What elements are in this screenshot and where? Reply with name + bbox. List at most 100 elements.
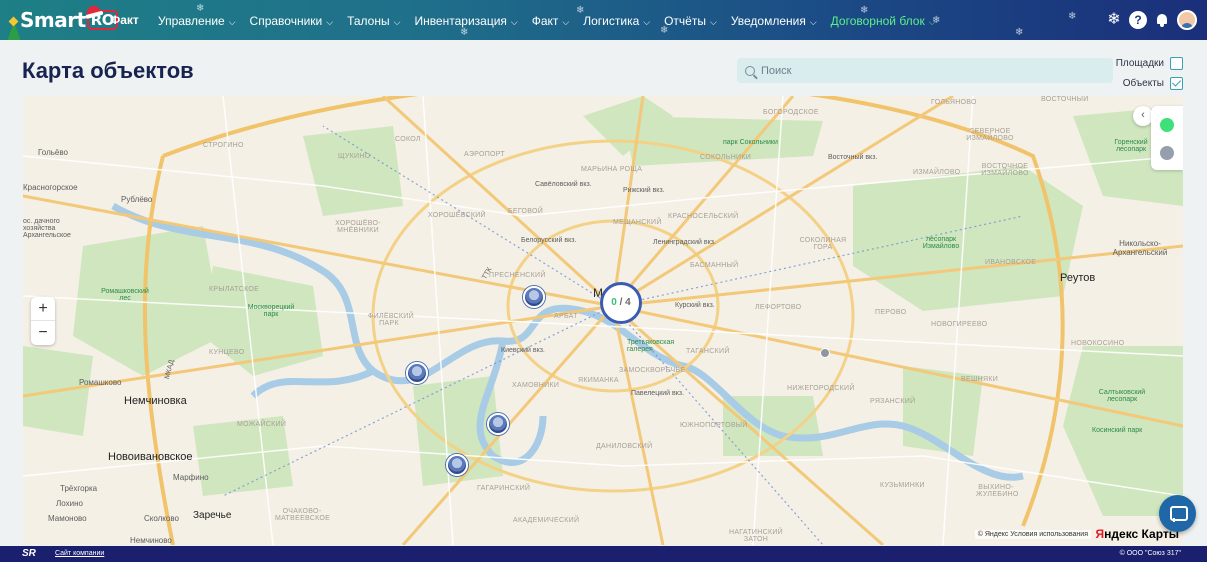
map-label: ВОСТОЧНОЕ ИЗМАЙЛОВО — [981, 163, 1029, 177]
map-label: Москворецкий парк — [247, 304, 295, 318]
map-label: ОЧАКОВО-МАТВЕЕВСКОЕ — [275, 508, 331, 522]
main-menu: Управление ⌵ Справочники ⌵ Талоны ⌵ Инвента… — [158, 14, 950, 28]
filter-sites[interactable]: Площадки — [1116, 54, 1183, 72]
bell-icon[interactable] — [1153, 11, 1171, 29]
map-label: ДАНИЛОВСКИЙ — [596, 443, 653, 450]
chevron-down-icon: ⌵ — [928, 16, 936, 27]
filter-sites-checkbox[interactable] — [1170, 56, 1183, 70]
chevron-down-icon: ⌵ — [709, 16, 717, 27]
map-label: НОВОГИРЕЕВО — [931, 321, 988, 328]
map-label: РЯЗАНСКИЙ — [870, 398, 916, 405]
chevron-down-icon: ⌵ — [510, 16, 518, 27]
filter-objects-label: Объекты — [1122, 77, 1164, 89]
footer-logo: SR — [22, 548, 36, 559]
nav-item-inventarizatsiya[interactable]: Инвентаризация ⌵ — [414, 14, 517, 28]
yandex-maps-logo[interactable]: Яндекс Карты — [1096, 527, 1179, 541]
map-label: Никольско-Архангельский — [1112, 239, 1168, 257]
layer-filters: Площадки Объекты — [1116, 54, 1183, 94]
map-label: ПЕРОВО — [875, 309, 907, 316]
object-marker[interactable] — [487, 413, 509, 435]
map-label: Курский вкз. — [675, 302, 715, 309]
chevron-down-icon: ⌵ — [643, 16, 651, 27]
map-label: НОВОКОСИНО — [1071, 340, 1125, 347]
top-icons: ❄ ? — [1099, 10, 1197, 30]
map-label: КРЫЛАТСКОЕ — [209, 286, 260, 293]
map-label: КУЗЬМИНКИ — [880, 482, 925, 489]
map-label: СЕВЕРНОЕ ИЗМАЙЛОВО — [966, 128, 1014, 142]
cluster-marker[interactable]: 0 / 4 — [600, 282, 642, 324]
map-label: Сколково — [144, 514, 179, 523]
map-label: ХОРОШЁВО-МНЁВНИКИ — [335, 220, 381, 234]
map-label: КРАСНОСЕЛЬСКИЙ — [668, 213, 739, 220]
brand-suffix: Факт — [110, 13, 139, 27]
map-label: Красногорское — [23, 183, 78, 192]
chevron-down-icon: ⌵ — [393, 16, 401, 27]
nav-item-talony[interactable]: Талоны ⌵ — [347, 14, 400, 28]
map-label: КУНЦЕВО — [209, 349, 245, 356]
chat-icon[interactable] — [1159, 495, 1196, 532]
legend-active-dot[interactable] — [1160, 118, 1174, 132]
map-label: Реутов — [1060, 272, 1096, 284]
snowflake-icon: ❄ — [196, 3, 205, 14]
filter-objects[interactable]: Объекты — [1116, 74, 1183, 92]
legend-collapse-button[interactable]: ‹ — [1133, 106, 1153, 126]
chevron-down-icon: ⌵ — [326, 16, 334, 27]
map-label: Ромашково — [79, 378, 122, 387]
zoom-out-button[interactable]: − — [31, 321, 55, 345]
map-label: Гольёво — [38, 148, 68, 157]
map-label: ВОСТОЧНЫЙ — [1041, 96, 1089, 103]
map-label: Ленинградский вкз. — [653, 239, 716, 246]
map-label: СТРОГИНО — [203, 142, 244, 149]
legend-inactive-dot[interactable] — [1160, 146, 1174, 160]
map-label: НИЖЕГОРОДСКИЙ — [787, 385, 855, 392]
nav-item-uvedomleniya[interactable]: Уведомления ⌵ — [731, 14, 817, 28]
nav-item-upravlenie[interactable]: Управление ⌵ — [158, 14, 236, 28]
santa-hat-icon — [85, 4, 101, 16]
map-label: НАГАТИНСКИЙ ЗАТОН — [728, 529, 784, 543]
map-label: Салтыковский лесопарк — [1098, 389, 1146, 403]
map-label: Белорусский вкз. — [521, 237, 577, 244]
search-box — [737, 58, 1113, 83]
search-icon — [745, 65, 755, 76]
chevron-down-icon: ⌵ — [562, 16, 570, 27]
map-label: лесопарк Измайлово — [922, 236, 960, 250]
filter-objects-checkbox[interactable] — [1170, 76, 1183, 90]
app-logo[interactable]: Smart RO — [20, 8, 118, 32]
company-site-link[interactable]: Сайт компании — [55, 550, 104, 557]
avatar[interactable] — [1177, 10, 1197, 30]
map-label: ВЕШНЯКИ — [961, 376, 999, 383]
map-canvas[interactable]: ГОЛЬЯНОВО ВОСТОЧНЫЙ БОГОРОДСКОЕ СОКОЛ АЭ… — [23, 96, 1183, 545]
filter-sites-label: Площадки — [1115, 57, 1164, 69]
map-label: МАРЬИНА РОЩА — [581, 166, 643, 173]
chevron-down-icon: ⌵ — [228, 16, 236, 27]
nav-item-fakt[interactable]: Факт ⌵ — [532, 14, 570, 28]
map-label: СОКОЛИНАЯ ГОРА — [799, 237, 847, 251]
map-label: Киевский вкз. — [501, 347, 545, 354]
map-label: ХАМОВНИКИ — [512, 382, 560, 389]
snowflake-toggle-icon[interactable]: ❄ — [1105, 11, 1123, 29]
snowflake-icon: ❄ — [1015, 27, 1024, 38]
map-label: ЛЕФОРТОВО — [755, 304, 802, 311]
map-label: СОКОЛЬНИКИ — [700, 154, 752, 161]
nav-item-logistika[interactable]: Логистика ⌵ — [583, 14, 650, 28]
map-label: ФИЛЁВСКИЙ ПАРК — [368, 313, 414, 327]
nav-item-spravochniki[interactable]: Справочники ⌵ — [250, 14, 334, 28]
map-attribution[interactable]: © Яндекс Условия использования — [974, 530, 1091, 539]
search-input[interactable] — [761, 64, 1061, 77]
nav-item-dogovornoy-blok[interactable]: Договорной блок ⌵ — [831, 14, 936, 28]
nav-item-otchety[interactable]: Отчёты ⌵ — [664, 14, 717, 28]
map-label: ПРЕСНЕНСКИЙ — [489, 272, 546, 279]
map-label: ВЫХИНО-ЖУЛЕБИНО — [976, 484, 1019, 498]
zoom-control: + − — [31, 297, 55, 345]
map-label: Лохино — [56, 499, 83, 508]
site-marker[interactable] — [820, 348, 830, 358]
map-label: МЕЩАНСКИЙ — [613, 219, 662, 226]
object-marker[interactable] — [523, 286, 545, 308]
object-marker[interactable] — [406, 362, 428, 384]
map-label: АЭРОПОРТ — [464, 151, 506, 158]
zoom-in-button[interactable]: + — [31, 297, 55, 321]
map-label: АРБАТ — [554, 313, 578, 320]
object-marker[interactable] — [446, 454, 468, 476]
help-icon[interactable]: ? — [1129, 11, 1147, 29]
snowflake-icon: ❄ — [1068, 11, 1077, 22]
